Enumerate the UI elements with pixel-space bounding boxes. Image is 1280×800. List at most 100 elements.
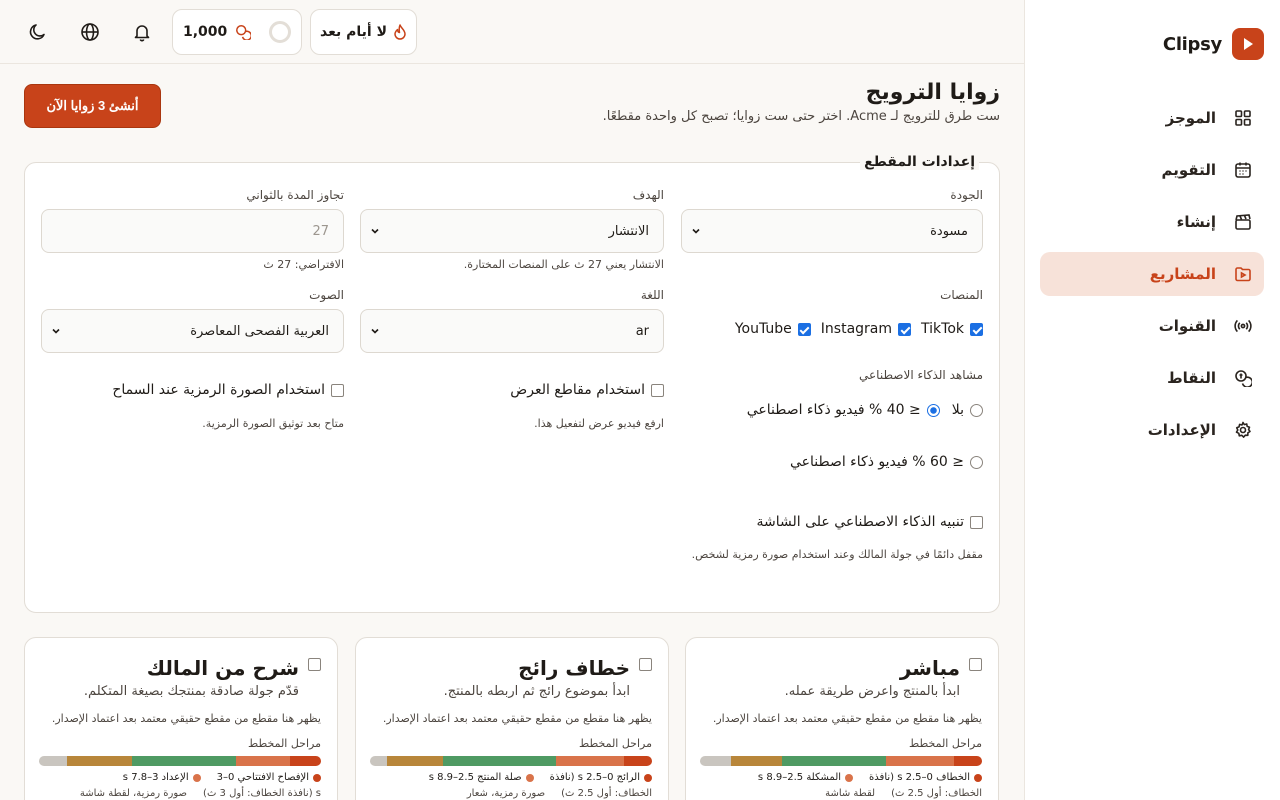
legend-item: الإعداد 3–7.8 s [123, 772, 201, 783]
ai-60-option[interactable]: ≤ 60 % فيديو ذكاء اصطناعي [790, 454, 983, 470]
language-select[interactable]: ar [360, 309, 664, 353]
stages-sub: الخطاف: أول 2.5 ث) صورة رمزية، شعار [467, 788, 652, 799]
language-button[interactable] [72, 14, 108, 50]
angle-checkbox[interactable] [969, 658, 982, 671]
sidebar-item-label: إنشاء [1176, 213, 1216, 231]
stage-segment [289, 756, 321, 766]
create-angles-button[interactable]: أنشئ 3 زوايا الآن [24, 84, 161, 128]
theme-toggle-button[interactable] [20, 14, 56, 50]
stage-segment [386, 756, 444, 766]
sidebar-item-label: الإعدادات [1147, 421, 1216, 439]
angle-checkbox[interactable] [308, 658, 321, 671]
stage-segment [953, 756, 982, 766]
coins-icon [1235, 370, 1252, 387]
brand-name: Clipsy [1162, 33, 1222, 55]
legend-sub: لقطة شاشة [825, 788, 876, 799]
legend-sub: صورة رمزية، لقطة شاشة [79, 788, 188, 799]
sidebar-item-points[interactable]: النقاط [1040, 356, 1264, 400]
broadcast-icon [1234, 319, 1252, 333]
sidebar-item-channels[interactable]: القنوات [1040, 304, 1264, 348]
angle-card-direct[interactable]: مباشر ابدأ بالمنتج واعرض طريقة عمله. يظه… [685, 637, 999, 800]
stages-sub: s (نافذة الخطاف: أول 3 ث) صورة رمزية، لق… [80, 788, 321, 799]
calendar-icon [1235, 162, 1251, 178]
ai-disclaimer-option[interactable]: تنبيه الذكاء الاصطناعي على الشاشة [757, 514, 983, 530]
angle-checkbox[interactable] [639, 658, 652, 671]
platform-instagram[interactable]: Instagram [821, 321, 912, 337]
legend-item: المشكلة 2.5–8.9 s [758, 772, 854, 783]
chevron-down-icon [52, 328, 60, 334]
duration-help: الافتراضي: 27 ث [263, 258, 344, 271]
sidebar-item-settings[interactable]: الإعدادات [1040, 408, 1264, 452]
points-balance[interactable]: 1,000 [172, 9, 302, 55]
ai-40-radio[interactable] [926, 403, 940, 417]
goal-label: الهدف [632, 188, 664, 202]
bell-icon [134, 25, 150, 42]
sidebar-item-feed[interactable]: الموجز [1040, 96, 1264, 140]
topbar: 1,000 لا أيام بعد [0, 0, 1024, 64]
demo-clips-checkbox[interactable] [651, 383, 664, 397]
stage-segment [236, 756, 290, 766]
sidebar-item-projects[interactable]: المشاريع [1040, 252, 1264, 296]
checkbox-label: استخدام مقاطع العرض [510, 382, 645, 398]
ai-disclaimer-help: مقفل دائمًا في جولة المالك وعند استخدام … [691, 548, 983, 561]
stage-segment [623, 756, 652, 766]
stages-label: مراحل المخطط [248, 737, 321, 750]
stages-legend: الخطاف 0–2.5 s (نافذة المشكلة 2.5–8.9 s [758, 772, 982, 783]
instagram-checkbox[interactable] [898, 322, 912, 336]
goal-select[interactable]: الانتشار [360, 209, 664, 253]
duration-label: تجاوز المدة بالثواني [246, 188, 344, 202]
notifications-button[interactable] [124, 14, 160, 50]
tiktok-checkbox[interactable] [970, 322, 983, 336]
angle-card-owner[interactable]: شرح من المالك قدّم جولة صادقة بمنتجك بصي… [24, 637, 338, 800]
voice-select[interactable]: العربية الفصحى المعاصرة [41, 309, 344, 353]
sidebar-item-create[interactable]: إنشاء [1040, 200, 1264, 244]
demo-clips-help: ارفع فيديو عرض لتفعيل هذا. [534, 417, 664, 430]
angle-desc: ابدأ بموضوع رائج ثم اربطه بالمنتج. [443, 684, 630, 699]
brand[interactable]: Clipsy [1163, 28, 1264, 60]
chevron-down-icon [371, 328, 379, 334]
folder-video-icon [1235, 267, 1251, 282]
demo-clips-option[interactable]: استخدام مقاطع العرض [510, 382, 664, 398]
stage-segment [886, 756, 954, 766]
streak-badge[interactable]: لا أيام بعد [310, 9, 417, 55]
stages-bar [700, 756, 982, 766]
stage-segment [781, 756, 887, 766]
quality-value: مسودة [930, 223, 968, 239]
legend-item: الرائج 0–2.5 s (نافذة [550, 772, 652, 783]
angle-card-trending[interactable]: خطاف رائج ابدأ بموضوع رائج ثم اربطه بالم… [355, 637, 669, 800]
angle-title: شرح من المالك [146, 656, 299, 680]
ai-disclaimer-checkbox[interactable] [970, 515, 983, 529]
stage-segment [132, 756, 237, 766]
globe-icon [81, 23, 99, 41]
ai-60-radio[interactable] [970, 455, 983, 469]
stages-bar [370, 756, 652, 766]
avatar-option[interactable]: استخدام الصورة الرمزية عند السماح [112, 382, 344, 398]
legend-item: الإفصاح الافتتاحي 0–3 [217, 772, 321, 783]
platform-tiktok[interactable]: TikTok [921, 321, 983, 337]
progress-ring [269, 21, 291, 43]
ai-none-radio[interactable] [970, 403, 983, 417]
sidebar-item-label: المشاريع [1149, 265, 1216, 283]
voice-value: العربية الفصحى المعاصرة [190, 323, 329, 339]
quality-label: الجودة [950, 188, 983, 202]
avatar-checkbox[interactable] [331, 383, 344, 397]
sidebar-item-calendar[interactable]: التقويم [1040, 148, 1264, 192]
sidebar: Clipsy الموجز التقويم إنشاء المشاريع الق… [1024, 0, 1280, 800]
platform-label: YouTube [734, 321, 792, 337]
quality-select[interactable]: مسودة [681, 209, 983, 253]
ai-scenes-option[interactable]: بلا ≤ 40 % فيديو ذكاء اصطناعي [747, 402, 983, 418]
sidebar-item-label: القنوات [1158, 317, 1216, 335]
angle-note: يظهر هنا مقطع من مقطع حقيقي معتمد بعد اع… [51, 712, 321, 725]
moon-icon [29, 24, 45, 40]
flame-icon [394, 24, 406, 40]
chevron-down-icon [692, 228, 700, 234]
legend-item: الخطاف 0–2.5 s (نافذة [869, 772, 982, 783]
stages-bar [39, 756, 321, 766]
angle-note: يظهر هنا مقطع من مقطع حقيقي معتمد بعد اع… [712, 712, 982, 725]
youtube-checkbox[interactable] [797, 322, 811, 336]
sidebar-nav: الموجز التقويم إنشاء المشاريع القنوات ال… [1040, 96, 1264, 460]
platform-youtube[interactable]: YouTube [735, 321, 811, 337]
angle-desc: ابدأ بالمنتج واعرض طريقة عمله. [784, 684, 960, 699]
sidebar-item-label: النقاط [1167, 369, 1216, 387]
duration-input[interactable]: 27 [41, 209, 344, 253]
